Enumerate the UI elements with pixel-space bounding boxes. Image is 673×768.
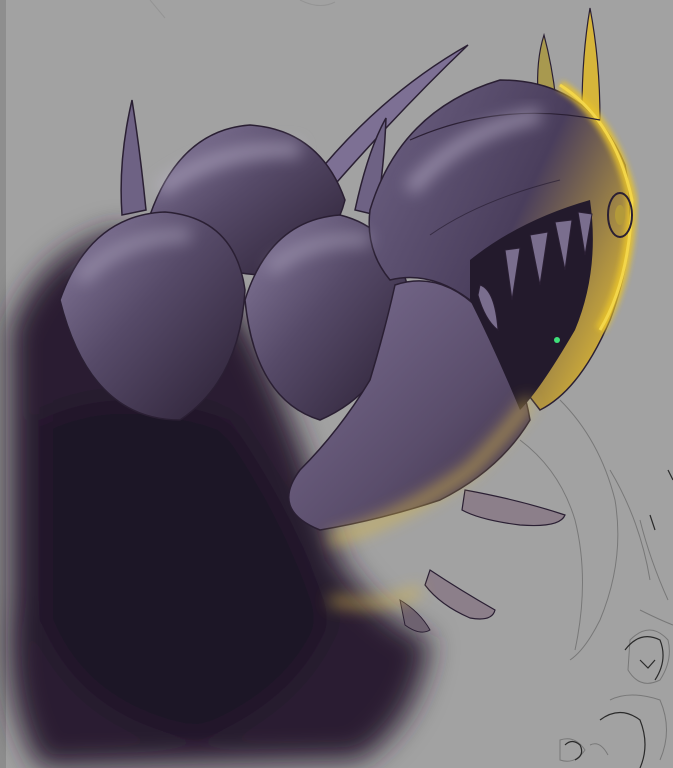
painting-canvas — [0, 0, 673, 768]
legs — [399, 489, 566, 633]
sketch-figure-dark-lines — [564, 469, 673, 768]
creature-painting — [8, 0, 673, 768]
eye-icon — [554, 337, 560, 343]
top-sketch-marks — [149, 0, 336, 19]
background-sketch-figure — [519, 399, 673, 762]
